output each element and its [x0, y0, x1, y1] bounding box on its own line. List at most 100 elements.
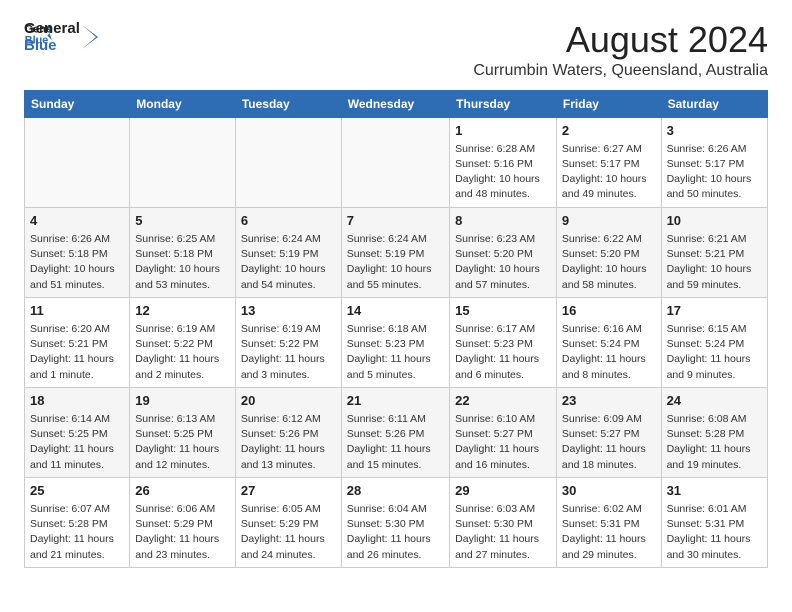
day-number: 13: [241, 302, 336, 320]
calendar-cell: 10 Sunrise: 6:21 AMSunset: 5:21 PMDayligh…: [661, 207, 767, 297]
day-number: 21: [347, 392, 444, 410]
day-info: Sunrise: 6:24 AMSunset: 5:19 PMDaylight:…: [241, 232, 336, 293]
day-number: 11: [30, 302, 124, 320]
day-number: 5: [135, 212, 230, 230]
calendar-cell: 18 Sunrise: 6:14 AMSunset: 5:25 PMDayligh…: [25, 387, 130, 477]
day-info: Sunrise: 6:15 AMSunset: 5:24 PMDaylight:…: [667, 322, 762, 383]
day-number: 12: [135, 302, 230, 320]
day-info: Sunrise: 6:22 AMSunset: 5:20 PMDaylight:…: [562, 232, 656, 293]
day-info: Sunrise: 6:05 AMSunset: 5:29 PMDaylight:…: [241, 502, 336, 563]
day-number: 8: [455, 212, 551, 230]
day-number: 28: [347, 482, 444, 500]
calendar-cell: 8Sunrise: 6:23 AMSunset: 5:20 PMDaylight…: [450, 207, 557, 297]
day-info: Sunrise: 6:10 AMSunset: 5:27 PMDaylight:…: [455, 412, 551, 473]
calendar-cell: 29 Sunrise: 6:03 AMSunset: 5:30 PMDayligh…: [450, 477, 557, 567]
day-number: 25: [30, 482, 124, 500]
calendar-cell: 19 Sunrise: 6:13 AMSunset: 5:25 PMDayligh…: [130, 387, 236, 477]
day-info: Sunrise: 6:19 AMSunset: 5:22 PMDaylight:…: [135, 322, 230, 383]
day-number: 27: [241, 482, 336, 500]
calendar-cell: 1Sunrise: 6:28 AMSunset: 5:16 PMDaylight…: [450, 117, 557, 207]
day-info: Sunrise: 6:12 AMSunset: 5:26 PMDaylight:…: [241, 412, 336, 473]
calendar-cell: 16 Sunrise: 6:16 AMSunset: 5:24 PMDayligh…: [556, 297, 661, 387]
day-number: 14: [347, 302, 444, 320]
day-info: Sunrise: 6:26 AMSunset: 5:18 PMDaylight:…: [30, 232, 124, 293]
calendar-cell: [341, 117, 449, 207]
day-info: Sunrise: 6:20 AMSunset: 5:21 PMDaylight:…: [30, 322, 124, 383]
day-info: Sunrise: 6:03 AMSunset: 5:30 PMDaylight:…: [455, 502, 551, 563]
day-number: 18: [30, 392, 124, 410]
day-number: 20: [241, 392, 336, 410]
calendar-cell: 25 Sunrise: 6:07 AMSunset: 5:28 PMDayligh…: [25, 477, 130, 567]
day-number: 9: [562, 212, 656, 230]
calendar-week-4: 18 Sunrise: 6:14 AMSunset: 5:25 PMDayligh…: [25, 387, 768, 477]
calendar-cell: 9 Sunrise: 6:22 AMSunset: 5:20 PMDaylight…: [556, 207, 661, 297]
calendar-cell: 2Sunrise: 6:27 AMSunset: 5:17 PMDaylight…: [556, 117, 661, 207]
calendar-cell: 24 Sunrise: 6:08 AMSunset: 5:28 PMDayligh…: [661, 387, 767, 477]
day-info: Sunrise: 6:01 AMSunset: 5:31 PMDaylight:…: [667, 502, 762, 563]
calendar-cell: 4 Sunrise: 6:26 AMSunset: 5:18 PMDaylight…: [25, 207, 130, 297]
calendar-week-1: 1Sunrise: 6:28 AMSunset: 5:16 PMDaylight…: [25, 117, 768, 207]
calendar-table: SundayMondayTuesdayWednesdayThursdayFrid…: [24, 90, 768, 568]
day-number: 26: [135, 482, 230, 500]
day-info: Sunrise: 6:07 AMSunset: 5:28 PMDaylight:…: [30, 502, 124, 563]
calendar-cell: [235, 117, 341, 207]
calendar-cell: 22 Sunrise: 6:10 AMSunset: 5:27 PMDayligh…: [450, 387, 557, 477]
calendar-cell: [25, 117, 130, 207]
calendar-cell: 3 Sunrise: 6:26 AMSunset: 5:17 PMDaylight…: [661, 117, 767, 207]
day-info: Sunrise: 6:24 AMSunset: 5:19 PMDaylight:…: [347, 232, 444, 293]
logo-text: General Blue: [24, 20, 80, 55]
day-number: 4: [30, 212, 124, 230]
day-info: Sunrise: 6:04 AMSunset: 5:30 PMDaylight:…: [347, 502, 444, 563]
calendar-week-5: 25 Sunrise: 6:07 AMSunset: 5:28 PMDayligh…: [25, 477, 768, 567]
page-subtitle: Currumbin Waters, Queensland, Australia: [473, 62, 768, 80]
calendar-cell: 30Sunrise: 6:02 AMSunset: 5:31 PMDayligh…: [556, 477, 661, 567]
logo-arrow-icon: [82, 21, 104, 53]
day-number: 19: [135, 392, 230, 410]
calendar-cell: 31Sunrise: 6:01 AMSunset: 5:31 PMDayligh…: [661, 477, 767, 567]
header-saturday: Saturday: [661, 90, 767, 117]
day-number: 30: [562, 482, 656, 500]
calendar-cell: 13 Sunrise: 6:19 AMSunset: 5:22 PMDayligh…: [235, 297, 341, 387]
day-info: Sunrise: 6:18 AMSunset: 5:23 PMDaylight:…: [347, 322, 444, 383]
day-info: Sunrise: 6:16 AMSunset: 5:24 PMDaylight:…: [562, 322, 656, 383]
calendar-cell: 15 Sunrise: 6:17 AMSunset: 5:23 PMDayligh…: [450, 297, 557, 387]
day-info: Sunrise: 6:11 AMSunset: 5:26 PMDaylight:…: [347, 412, 444, 473]
day-info: Sunrise: 6:26 AMSunset: 5:17 PMDaylight:…: [667, 142, 762, 203]
day-number: 22: [455, 392, 551, 410]
day-info: Sunrise: 6:17 AMSunset: 5:23 PMDaylight:…: [455, 322, 551, 383]
day-number: 24: [667, 392, 762, 410]
calendar-cell: 23 Sunrise: 6:09 AMSunset: 5:27 PMDayligh…: [556, 387, 661, 477]
calendar-cell: 7Sunrise: 6:24 AMSunset: 5:19 PMDaylight…: [341, 207, 449, 297]
day-number: 1: [455, 122, 551, 140]
day-info: Sunrise: 6:14 AMSunset: 5:25 PMDaylight:…: [30, 412, 124, 473]
header-monday: Monday: [130, 90, 236, 117]
header-sunday: Sunday: [25, 90, 130, 117]
calendar-cell: 26 Sunrise: 6:06 AMSunset: 5:29 PMDayligh…: [130, 477, 236, 567]
header-tuesday: Tuesday: [235, 90, 341, 117]
day-info: Sunrise: 6:09 AMSunset: 5:27 PMDaylight:…: [562, 412, 656, 473]
calendar-cell: 27 Sunrise: 6:05 AMSunset: 5:29 PMDayligh…: [235, 477, 341, 567]
day-number: 3: [667, 122, 762, 140]
day-info: Sunrise: 6:08 AMSunset: 5:28 PMDaylight:…: [667, 412, 762, 473]
title-block: August 2024 Currumbin Waters, Queensland…: [473, 20, 768, 80]
day-number: 10: [667, 212, 762, 230]
calendar-cell: 14 Sunrise: 6:18 AMSunset: 5:23 PMDayligh…: [341, 297, 449, 387]
calendar-cell: 11 Sunrise: 6:20 AMSunset: 5:21 PMDayligh…: [25, 297, 130, 387]
day-info: Sunrise: 6:21 AMSunset: 5:21 PMDaylight:…: [667, 232, 762, 293]
day-number: 6: [241, 212, 336, 230]
calendar-week-2: 4 Sunrise: 6:26 AMSunset: 5:18 PMDaylight…: [25, 207, 768, 297]
page-title: August 2024: [473, 20, 768, 60]
calendar-cell: 12 Sunrise: 6:19 AMSunset: 5:22 PMDayligh…: [130, 297, 236, 387]
day-info: Sunrise: 6:13 AMSunset: 5:25 PMDaylight:…: [135, 412, 230, 473]
day-info: Sunrise: 6:06 AMSunset: 5:29 PMDaylight:…: [135, 502, 230, 563]
calendar-cell: 28 Sunrise: 6:04 AMSunset: 5:30 PMDayligh…: [341, 477, 449, 567]
logo-container: General Blue: [24, 20, 104, 55]
calendar-cell: 6 Sunrise: 6:24 AMSunset: 5:19 PMDaylight…: [235, 207, 341, 297]
day-number: 15: [455, 302, 551, 320]
logo-line1: General: [24, 20, 80, 37]
day-info: Sunrise: 6:19 AMSunset: 5:22 PMDaylight:…: [241, 322, 336, 383]
day-number: 23: [562, 392, 656, 410]
day-number: 16: [562, 302, 656, 320]
day-info: Sunrise: 6:27 AMSunset: 5:17 PMDaylight:…: [562, 142, 656, 203]
day-number: 29: [455, 482, 551, 500]
